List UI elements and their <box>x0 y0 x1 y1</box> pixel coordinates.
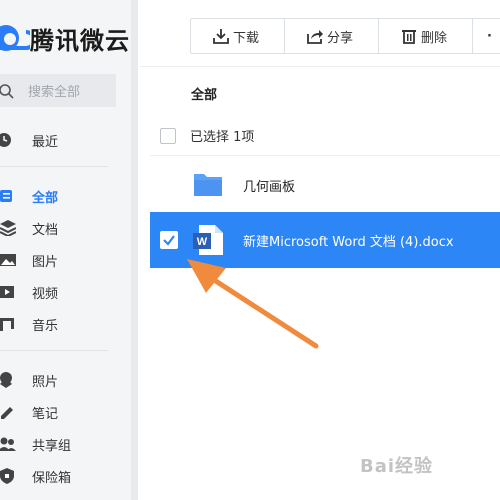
sidebar-item-photos[interactable]: 照片 <box>0 365 130 395</box>
more-button[interactable]: · <box>473 19 500 53</box>
search-icon <box>0 83 16 99</box>
more-label: · <box>487 28 492 44</box>
layers-icon <box>0 220 16 236</box>
selection-count: 已选择 1项 <box>190 130 255 145</box>
download-button[interactable]: 下载 <box>191 19 285 53</box>
sidebar-item-label: 视频 <box>32 286 59 302</box>
clock-icon <box>0 132 16 148</box>
play-icon <box>0 284 16 300</box>
share-icon <box>307 28 323 44</box>
file-name: 新建Microsoft Word 文档 (4).docx <box>243 234 454 250</box>
check-icon <box>163 235 175 246</box>
music-icon <box>0 316 16 332</box>
sidebar-item-share[interactable]: 共享组 <box>0 429 130 459</box>
sidebar-item-label: 保险箱 <box>32 470 72 486</box>
svg-text:W: W <box>197 236 208 248</box>
sidebar-item-all[interactable]: 全部 <box>0 181 130 211</box>
sidebar-item-notes[interactable]: 笔记 <box>0 397 130 427</box>
sidebar-item-label: 图片 <box>32 254 59 270</box>
sidebar-item-videos[interactable]: 视频 <box>0 277 130 307</box>
header-divider <box>140 66 500 67</box>
delete-label: 删除 <box>421 30 448 46</box>
divider <box>0 350 108 351</box>
sidebar-item-label: 笔记 <box>32 406 59 422</box>
folder-icon <box>193 170 223 200</box>
selection-bar: 已选择 1项 <box>160 126 254 145</box>
sidebar-scrollbar[interactable] <box>131 0 138 500</box>
search-input[interactable]: 搜索全部 <box>0 74 116 107</box>
share-button[interactable]: 分享 <box>285 19 379 53</box>
image-icon <box>0 252 16 268</box>
download-icon <box>213 28 229 44</box>
share-label: 分享 <box>327 30 354 46</box>
photo-icon <box>0 372 16 388</box>
pen-icon <box>0 404 16 420</box>
app-logo[interactable]: 腾讯微云 <box>0 18 130 58</box>
sidebar-item-label: 全部 <box>32 190 59 206</box>
sidebar-item-label: 文档 <box>32 222 59 238</box>
word-file-icon: W <box>193 225 223 255</box>
select-all-checkbox[interactable] <box>160 127 176 144</box>
file-row[interactable]: 几何画板 <box>150 157 500 213</box>
users-icon <box>0 436 16 452</box>
file-checkbox-checked[interactable] <box>160 231 178 249</box>
sidebar-item-label: 共享组 <box>32 438 72 454</box>
sidebar-item-recent[interactable]: 最近 <box>0 125 130 155</box>
sidebar-item-label: 最近 <box>32 134 59 150</box>
breadcrumb[interactable]: 全部 <box>191 84 217 103</box>
download-label: 下载 <box>233 30 260 46</box>
sidebar-item-images[interactable]: 图片 <box>0 245 130 275</box>
sidebar-item-label: 照片 <box>32 374 59 390</box>
toolbar: 下载 分享 删除 · <box>190 18 500 54</box>
sidebar-item-vault[interactable]: 保险箱 <box>0 461 130 491</box>
divider <box>0 166 108 167</box>
search-placeholder: 搜索全部 <box>28 85 81 100</box>
app-name: 腾讯微云 <box>30 26 130 55</box>
sidebar-item-docs[interactable]: 文档 <box>0 213 130 243</box>
list-icon <box>0 188 16 204</box>
sidebar-item-label: 音乐 <box>32 318 59 334</box>
watermark: Bai经验 <box>360 456 434 477</box>
trash-icon <box>401 28 417 44</box>
sidebar-item-music[interactable]: 音乐 <box>0 309 130 339</box>
shield-icon <box>0 468 16 484</box>
file-row-selected[interactable]: W 新建Microsoft Word 文档 (4).docx <box>150 212 500 268</box>
cloud-logo-icon <box>0 18 36 58</box>
file-name: 几何画板 <box>243 179 296 195</box>
sidebar: 腾讯微云 搜索全部 最近 全部 文档 图片 视频 音乐 照片 笔记 共享组 保险… <box>0 0 138 500</box>
selection-divider <box>150 155 500 156</box>
delete-button[interactable]: 删除 <box>379 19 473 53</box>
